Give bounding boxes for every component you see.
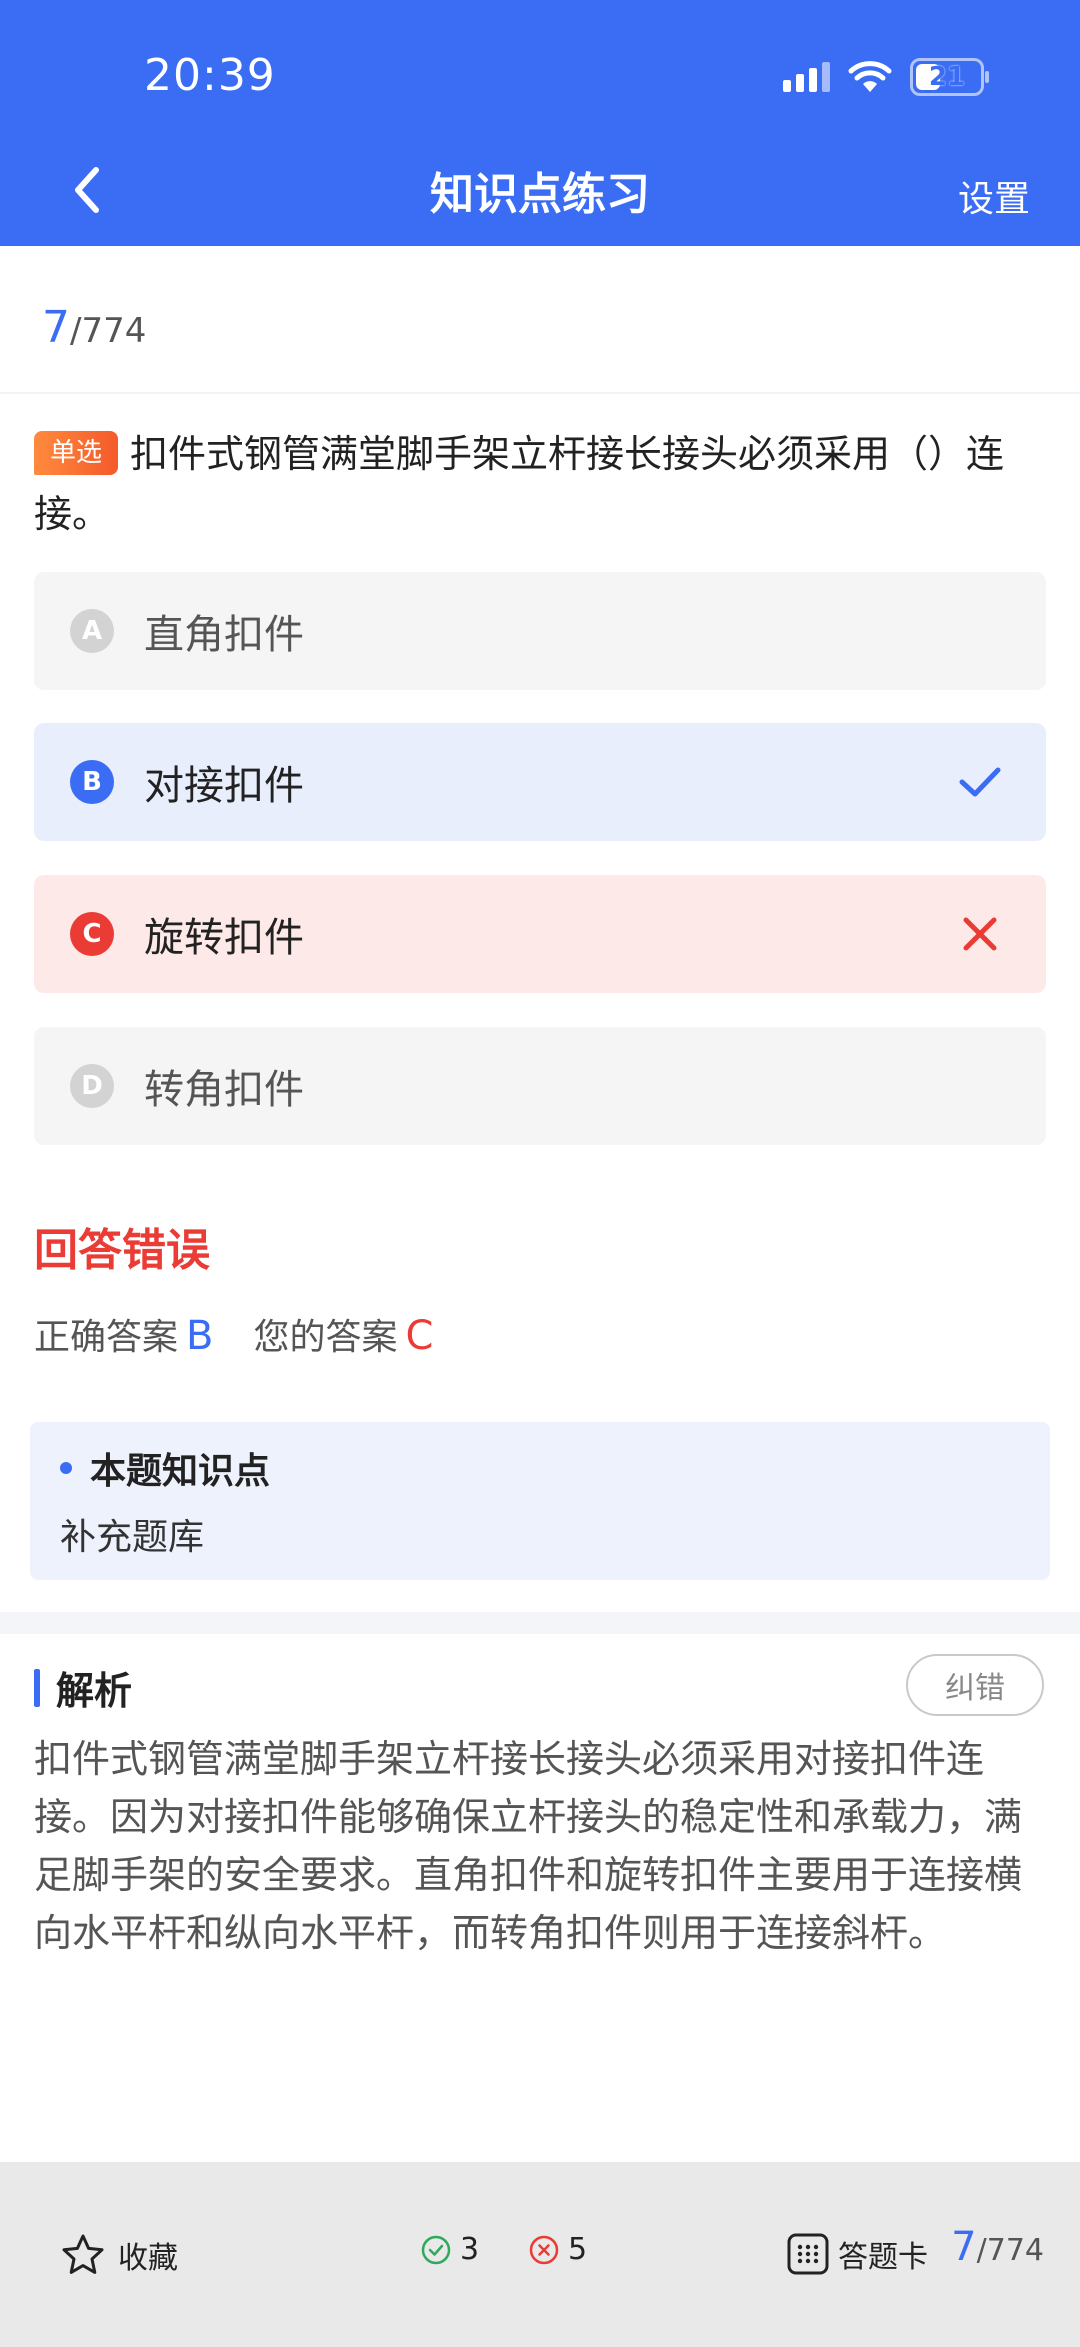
option-letter: C: [70, 912, 114, 956]
status-icons: 21: [783, 58, 989, 96]
bottom-bar: 收藏 3 5 答题卡 7/774: [0, 2162, 1080, 2347]
wrong-count-value: 5: [568, 2232, 588, 2267]
bottom-progress: 7/774: [951, 2224, 1044, 2270]
cross-circle-icon: [529, 2235, 559, 2264]
option-text: 转角扣件: [144, 1067, 304, 1113]
section-separator: [0, 1612, 1080, 1634]
analysis-text: 扣件式钢管满堂脚手架立杆接长接头必须采用对接扣件连接。因为对接扣件能够确保立杆接…: [34, 1737, 1023, 1955]
total-questions: /774: [70, 311, 147, 351]
option-text: 直角扣件: [144, 612, 304, 658]
cross-icon: [963, 917, 997, 951]
knowledge-point-title: 本题知识点: [60, 1442, 1020, 1494]
bottom-total: /774: [976, 2233, 1044, 2268]
divider: [0, 392, 1080, 394]
option-text: 对接扣件: [144, 763, 304, 809]
settings-button[interactable]: 设置: [958, 170, 1030, 222]
wifi-icon: [848, 61, 892, 92]
battery-icon: 21: [910, 58, 989, 96]
check-circle-icon: [421, 2235, 451, 2264]
star-icon: [62, 2234, 104, 2274]
knowledge-point-card: 本题知识点 补充题库: [30, 1422, 1050, 1580]
question-text: 扣件式钢管满堂脚手架立杆接长接头必须采用（）连接。: [34, 432, 1005, 536]
knowledge-point-value: 补充题库: [60, 1517, 205, 1558]
option-text: 旋转扣件: [144, 915, 304, 961]
bottom-current-number: 7: [951, 2224, 977, 2270]
battery-level: 21: [928, 62, 966, 92]
option-letter: D: [70, 1064, 114, 1108]
option-letter: A: [70, 609, 114, 653]
question-counter: 7/774: [42, 302, 146, 353]
signal-icon: [783, 62, 830, 92]
question-type-badge: 单选: [34, 431, 119, 475]
report-error-button[interactable]: 纠错: [906, 1654, 1044, 1716]
correct-answer-label: 正确答案: [34, 1317, 179, 1358]
right-count: 3: [420, 2232, 479, 2267]
option-letter: B: [70, 760, 114, 804]
answer-card-button[interactable]: 答题卡: [786, 2232, 928, 2276]
check-icon: [959, 767, 1001, 797]
current-question-number: 7: [42, 302, 70, 353]
result-title: 回答错误: [34, 1225, 210, 1276]
question-stem: 单选 扣件式钢管满堂脚手架立杆接长接头必须采用（）连接。: [34, 424, 1034, 544]
answer-card-label: 答题卡: [838, 2240, 928, 2275]
grid-icon: [787, 2233, 829, 2275]
your-answer-label: 您的答案: [253, 1317, 398, 1358]
answer-summary: 正确答案 B 您的答案 C: [34, 1308, 433, 1360]
page-title: 知识点练习: [430, 169, 650, 220]
correct-answer-value: B: [186, 1313, 214, 1359]
analysis-title: 解析: [34, 1660, 132, 1715]
favorite-label: 收藏: [118, 2241, 178, 2276]
option-a[interactable]: A 直角扣件: [34, 572, 1046, 690]
app-header: 20:39 21 知识点练习 设置: [0, 0, 1080, 246]
option-b[interactable]: B 对接扣件: [34, 723, 1046, 841]
favorite-button[interactable]: 收藏: [60, 2232, 178, 2278]
option-d[interactable]: D 转角扣件: [34, 1027, 1046, 1145]
status-time: 20:39: [144, 50, 276, 101]
option-c[interactable]: C 旋转扣件: [34, 875, 1046, 993]
right-count-value: 3: [460, 2232, 480, 2267]
wrong-count: 5: [528, 2232, 587, 2267]
your-answer-value: C: [405, 1313, 434, 1359]
